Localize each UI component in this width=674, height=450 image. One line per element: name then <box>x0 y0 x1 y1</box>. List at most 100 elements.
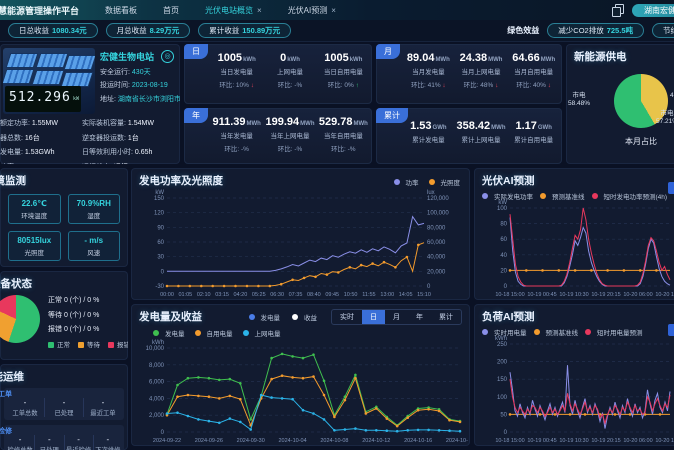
svg-text:0: 0 <box>161 430 165 436</box>
svg-text:10-19 20:15: 10-19 20:15 <box>591 438 620 444</box>
kpi-monthly-income: 月总收益8.29万元 <box>106 23 191 38</box>
legend-gen-energy[interactable]: 发电量 <box>153 328 185 338</box>
period-day[interactable]: 日 <box>362 310 385 324</box>
legend-power[interactable]: 功率 <box>394 177 419 187</box>
nav-home[interactable]: 首页 <box>163 5 179 16</box>
ops-item: -最近检修 <box>64 435 93 450</box>
env-tile-irradiance: 80515lux光照度 <box>8 231 61 261</box>
svg-text:0: 0 <box>504 430 508 436</box>
clipped-button[interactable] <box>668 324 674 336</box>
svg-text:-30: -30 <box>155 284 164 290</box>
ops-item: -已处理 <box>44 398 83 417</box>
legend-self-use[interactable]: 自用电量 <box>195 328 233 338</box>
card-month-tag: 月 <box>376 44 400 59</box>
tab-pv-ai[interactable]: 光伏AI预测 × <box>288 5 336 16</box>
svg-text:04:20: 04:20 <box>234 292 248 298</box>
svg-text:20,000: 20,000 <box>427 269 446 275</box>
tab-pv-overview-label: 光伏电站概览 <box>205 5 253 16</box>
kpi-value: 8.29万元 <box>150 26 180 35</box>
svg-text:kWh: kWh <box>495 336 507 342</box>
svg-text:2024-10-08: 2024-10-08 <box>320 438 348 444</box>
svg-text:10-19 10:30: 10-19 10:30 <box>559 438 588 444</box>
svg-text:50: 50 <box>500 412 507 418</box>
station-switch-icon[interactable]: ◎ <box>161 50 174 63</box>
svg-text:02:10: 02:10 <box>197 292 211 298</box>
legend-irradiance[interactable]: 光照度 <box>429 177 461 187</box>
document-copy-icon[interactable] <box>612 4 624 16</box>
clipped-button[interactable] <box>668 182 674 194</box>
top-header: 智慧能源管理操作平台 数据看板 首页 光伏电站概览 × 光伏AI预测 × 湖南宏… <box>0 0 674 20</box>
ops-item: -检修总数 <box>6 435 34 450</box>
svg-text:10-19 00:45: 10-19 00:45 <box>527 438 556 444</box>
legend-grid-feed[interactable]: 上网电量 <box>243 328 281 338</box>
device-status-panel: 设备状态 正常 0 (个) / 0 % 等待 0 (个) / 0 % 报错 0 … <box>0 271 128 360</box>
power-led-display: 512.296kW <box>5 86 81 112</box>
svg-text:80: 80 <box>500 222 507 228</box>
power-chart-title: 发电功率及光照度 <box>131 168 231 190</box>
kpi-value: 725.5吨 <box>607 26 633 35</box>
station-safe-days: 安全运行: 430天 <box>100 67 174 77</box>
svg-text:0: 0 <box>504 284 508 290</box>
svg-text:2024-09-22: 2024-09-22 <box>153 438 181 444</box>
svg-text:kWh: kWh <box>152 340 164 346</box>
supply-right-label: 光伏41.52% <box>670 84 674 101</box>
tab-close-icon[interactable]: × <box>257 6 262 15</box>
svg-text:lux: lux <box>427 190 435 196</box>
supply-caption: 本月占比 <box>610 136 672 147</box>
legend-normal[interactable]: 正常 <box>48 339 70 349</box>
ops-panel: 智能运维 工单 -工单总数 -已处理 -最近工单 检修 -检修总数 -已处理 -… <box>0 364 128 450</box>
ops-item: -最近工单 <box>83 398 122 417</box>
period-month[interactable]: 月 <box>385 310 408 324</box>
power-irradiance-panel: 发电功率及光照度 功率 光照度 -300306090120150kW020,00… <box>131 168 470 300</box>
nav-data-board[interactable]: 数据看板 <box>105 5 137 16</box>
kpi-label: 累计收益 <box>209 26 239 35</box>
supply-title: 新能源供电 <box>566 44 674 66</box>
period-realtime[interactable]: 实时 <box>332 310 362 324</box>
tab-close-icon[interactable]: × <box>331 6 336 15</box>
svg-text:10-20 06:00: 10-20 06:00 <box>623 438 652 444</box>
svg-text:01:05: 01:05 <box>178 292 192 298</box>
kpi-bar: 日总收益1080.34元 月总收益8.29万元 累计收益150.89万元 绿色效… <box>0 20 674 42</box>
svg-text:100: 100 <box>497 206 508 212</box>
ops-item: -下次维修 <box>93 435 122 450</box>
card-year-tag: 年 <box>184 108 208 123</box>
energy-title: 发电量及收益 <box>131 304 210 326</box>
period-total[interactable]: 累计 <box>431 310 461 324</box>
svg-text:90: 90 <box>157 225 164 231</box>
tab-pv-overview[interactable]: 光伏电站概览 × <box>205 5 262 16</box>
svg-text:2024-10-16: 2024-10-16 <box>404 438 432 444</box>
legend-waiting[interactable]: 等待 <box>78 339 100 349</box>
tab-pv-ai-label: 光伏AI预测 <box>288 5 328 16</box>
svg-text:10-20 15:45: 10-20 15:45 <box>655 438 674 444</box>
legend-error[interactable]: 报错 <box>108 339 128 349</box>
legend-income[interactable]: 收益 <box>292 312 317 322</box>
supply-left-label: 市电58.48% <box>568 92 590 109</box>
app-title: 智慧能源管理操作平台 <box>0 4 79 17</box>
kpi-co2-reduction: 减少CO2排放725.5吨 <box>547 23 644 38</box>
kpi-label: 日总收益 <box>19 26 49 35</box>
legend-generation[interactable]: 发电量 <box>249 312 281 322</box>
ops-group-tag: 检修 <box>0 426 12 436</box>
svg-text:10-18 15:00: 10-18 15:00 <box>495 438 524 444</box>
svg-text:13:00: 13:00 <box>380 292 394 298</box>
green-benefit-label: 绿色效益 <box>507 25 539 36</box>
svg-text:10-20 15:45: 10-20 15:45 <box>655 292 674 298</box>
supply-panel: 新能源供电 市电58.48% 光伏41.52% 本月占比 <box>566 44 674 164</box>
status-row-error: 报错 0 (个) / 0 % <box>48 324 128 334</box>
svg-text:80,000: 80,000 <box>427 225 446 231</box>
card-year: 年 911.39MWh当年发电量环比: -% 199.94MWh当年上网电量环比… <box>184 108 372 164</box>
period-year[interactable]: 年 <box>408 310 431 324</box>
env-tile-humidity: 70.9%RH湿度 <box>68 194 121 224</box>
svg-text:11:55: 11:55 <box>362 292 375 298</box>
card-total: 累计 1.53GWh累计发电量 358.42MWh累计上网电量 1.17GWh累… <box>376 108 562 164</box>
station-details-left: 装机额定功率: 1.55MW 逆变器总数: 16台 累计发电量: 1.53GWh… <box>0 118 82 164</box>
station-selector-button[interactable]: 湖南宏健生物电站 <box>632 4 674 17</box>
svg-text:2024-10-12: 2024-10-12 <box>362 438 390 444</box>
svg-text:kW: kW <box>498 200 507 206</box>
svg-text:60,000: 60,000 <box>427 240 446 246</box>
svg-text:0: 0 <box>427 284 431 290</box>
svg-text:100: 100 <box>497 395 508 401</box>
kpi-value: 150.89万元 <box>242 26 280 35</box>
energy-income-panel: 发电量及收益 发电量 收益 实时 日 月 年 累计 发电量 自用电量 上网电量 … <box>131 304 470 446</box>
svg-text:40: 40 <box>500 253 507 259</box>
